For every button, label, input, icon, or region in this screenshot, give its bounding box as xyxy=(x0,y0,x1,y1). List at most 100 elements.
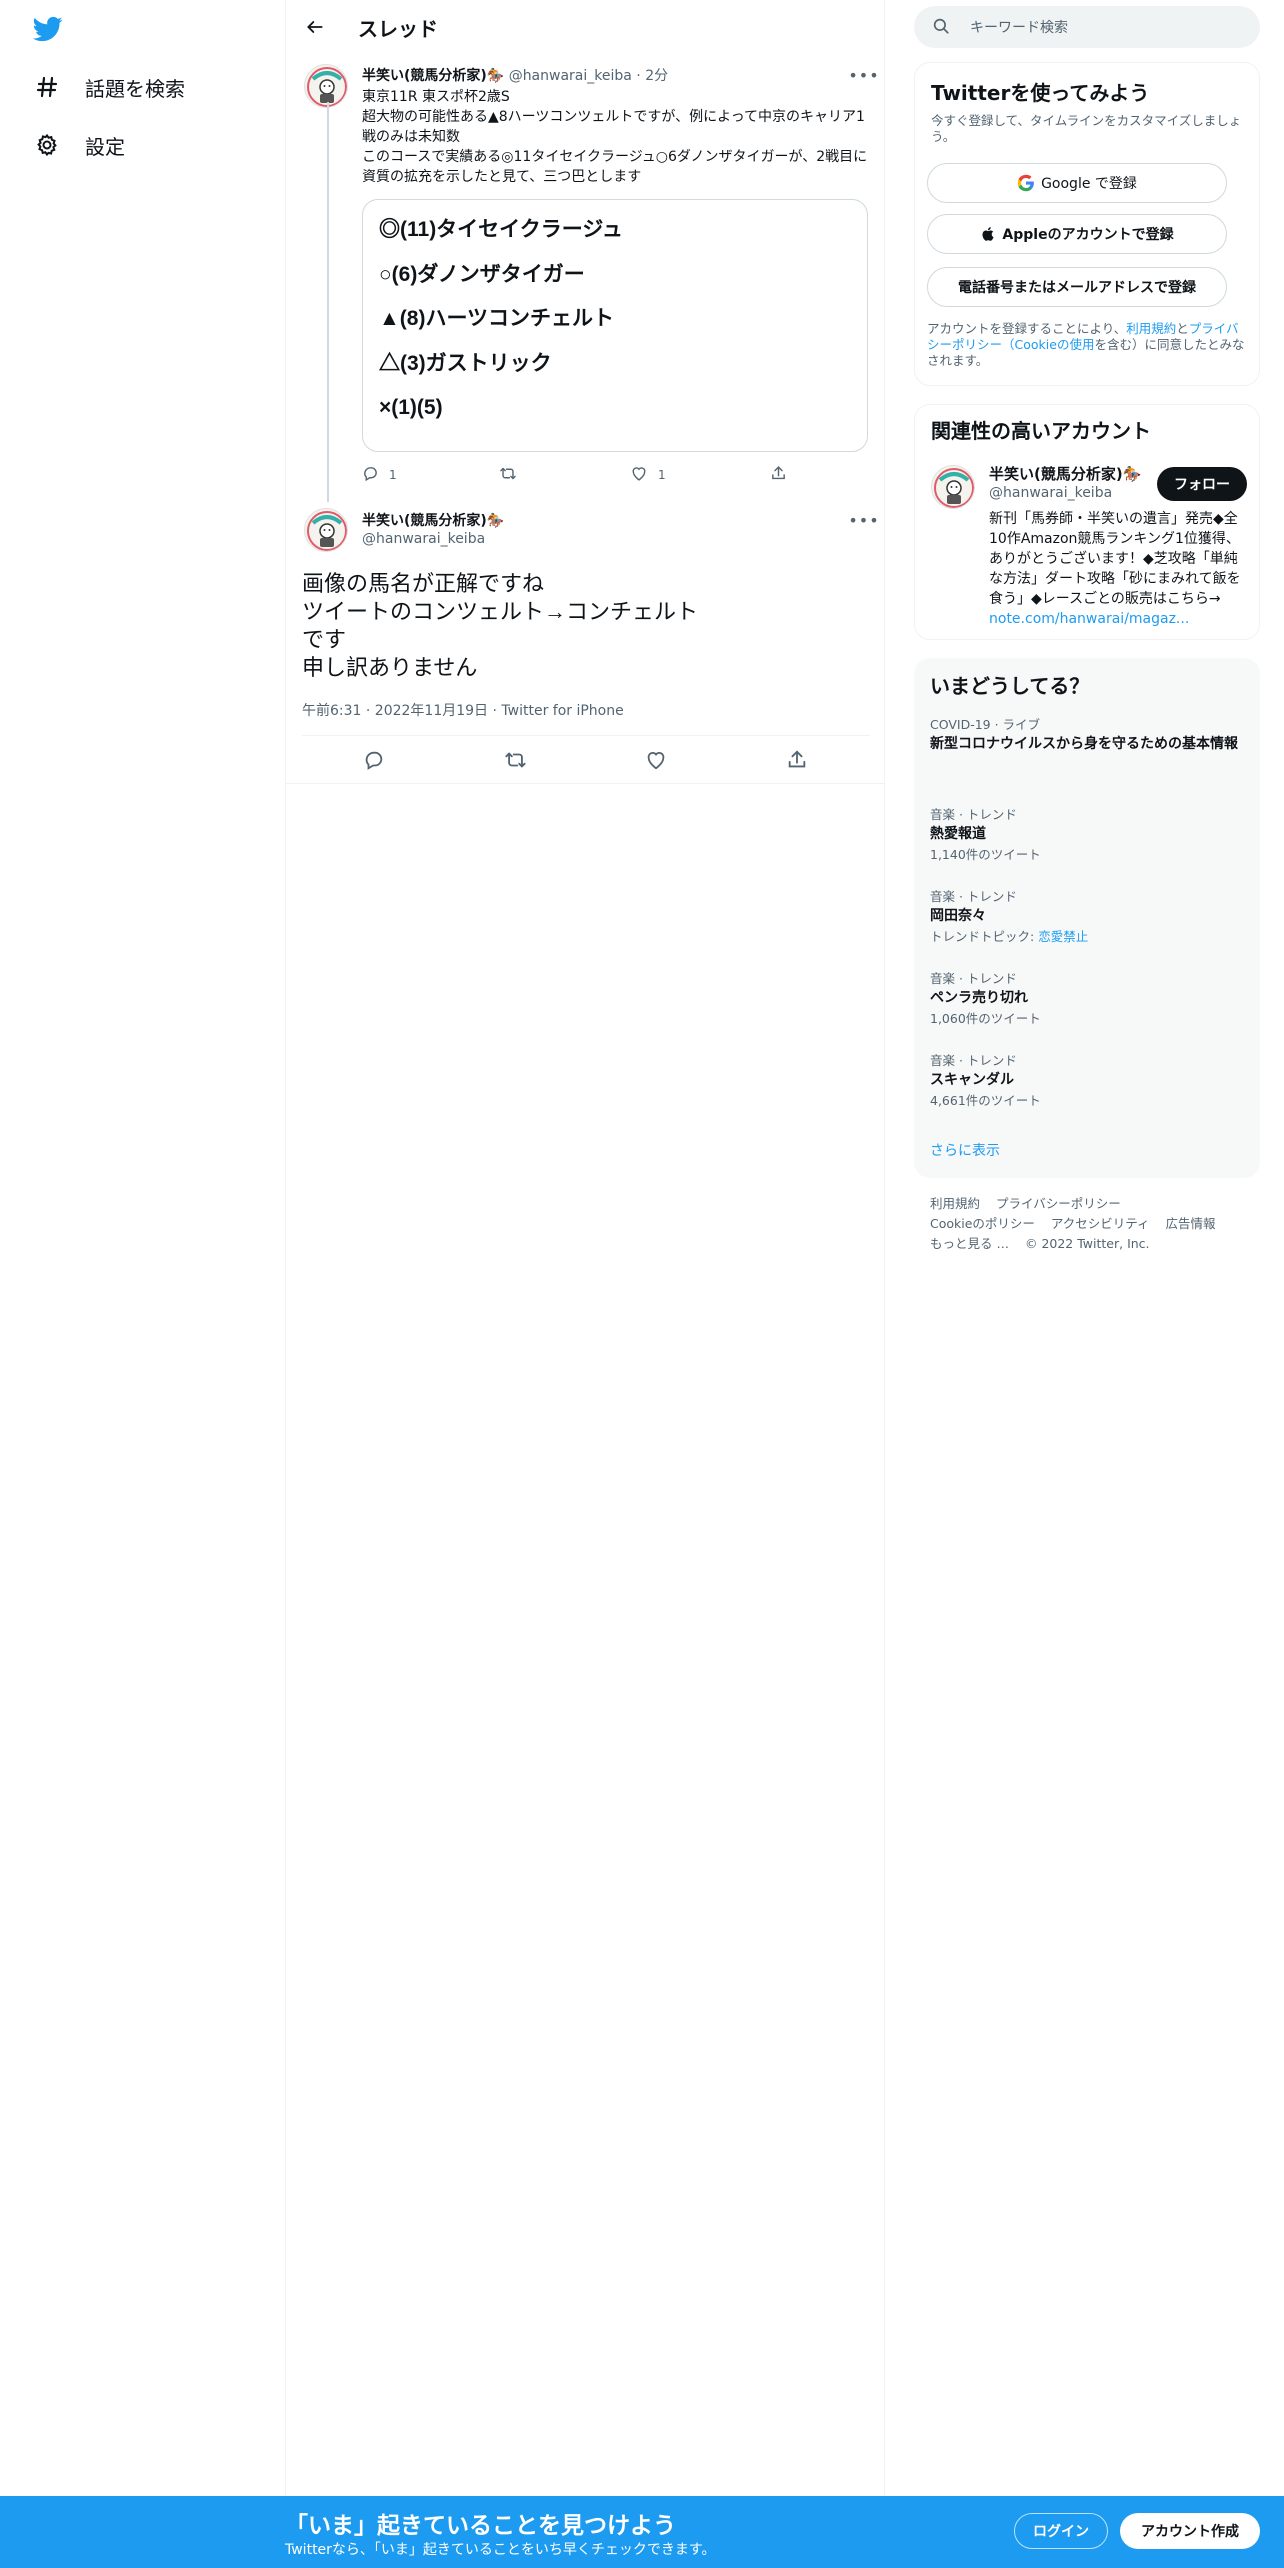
trends-panel: いまどうしてる？ COVID-19 · ライブ 新型コロナウイルスから身を守るた… xyxy=(914,658,1260,1178)
google-signup-label: Google で登録 xyxy=(1041,176,1137,192)
retweet-button[interactable] xyxy=(499,462,517,488)
share-icon xyxy=(770,465,787,485)
divider xyxy=(286,783,884,784)
footer-link[interactable]: Cookieのポリシー xyxy=(930,1214,1035,1234)
reply-icon xyxy=(362,465,379,485)
search-icon xyxy=(932,17,952,37)
legal-and: と xyxy=(1176,321,1189,336)
reply-button[interactable]: 1 xyxy=(362,462,397,488)
reply-button[interactable] xyxy=(360,748,388,776)
signup-legal-text: アカウントを登録することにより、利用規約とプライバシーポリシー（Cookieの使… xyxy=(927,321,1247,369)
trend-item[interactable]: 音楽 · トレンド スキャンダル 4,661件のツイート xyxy=(930,1052,1246,1110)
cookie-link[interactable]: Cookieの使用 xyxy=(1015,337,1095,352)
trend-item[interactable]: 音楽 · トレンド ペンラ売り切れ 1,060件のツイート xyxy=(930,970,1246,1028)
footer-link[interactable]: プライバシーポリシー xyxy=(996,1194,1121,1214)
back-arrow-icon[interactable] xyxy=(300,12,330,42)
footer-link[interactable]: 利用規約 xyxy=(930,1194,980,1214)
footer-link[interactable]: もっと見る … xyxy=(930,1234,1009,1254)
tweet-text-line: 画像の馬名が正解ですね xyxy=(302,571,545,596)
share-button[interactable] xyxy=(770,462,787,488)
trend-topic-prefix: トレンドトピック: xyxy=(930,929,1039,944)
nav-settings[interactable]: 設定 xyxy=(34,125,125,165)
tweet-author-name[interactable]: 半笑い(競馬分析家)🏇 xyxy=(362,510,504,530)
trend-topic-link[interactable]: 恋愛禁止 xyxy=(1038,929,1088,944)
divider xyxy=(302,735,870,736)
avatar[interactable] xyxy=(304,508,348,552)
like-button[interactable]: 1 xyxy=(630,462,666,488)
related-account-bio: 新刊「馬券師・半笑いの遺言」発売◆全10作Amazon競馬ランキング1位獲得、あ… xyxy=(989,509,1251,629)
share-button[interactable] xyxy=(783,748,811,776)
share-icon xyxy=(786,749,808,775)
like-button[interactable] xyxy=(642,748,670,776)
footer-link[interactable]: アクセシビリティ xyxy=(1051,1214,1150,1234)
bio-link[interactable]: note.com/hanwarai/magaz... xyxy=(989,611,1189,627)
trend-topic: トレンドトピック: 恋愛禁止 xyxy=(930,928,1246,946)
search-input[interactable]: キーワード検索 xyxy=(914,6,1260,48)
tweet-header: 半笑い(競馬分析家)🏇 @hanwarai_keiba · 2分 xyxy=(362,65,668,85)
tweet-text-line: ツイートのコンツェルト→コンチェルト xyxy=(302,599,699,624)
tweet-text: 東京11R 東スポ杯2歳S 超大物の可能性ある▲8ハーツコンツェルトですが、例に… xyxy=(362,87,872,187)
legal-prefix: アカウントを登録することにより、 xyxy=(927,321,1127,336)
tweet-meta[interactable]: 午前6:31 · 2022年11月19日 · Twitter for iPhon… xyxy=(302,700,624,720)
nav-explore-label: 話題を検索 xyxy=(85,76,185,101)
trend-count: 1,060件のツイート xyxy=(930,1011,1041,1026)
reply-icon xyxy=(363,749,385,775)
twitter-logo-icon[interactable] xyxy=(31,14,67,46)
tweet-text-line: です xyxy=(302,627,347,652)
google-signup-button[interactable]: Google で登録 xyxy=(927,163,1227,203)
footer-link[interactable]: 広告情報 xyxy=(1166,1214,1216,1234)
gear-icon xyxy=(34,132,60,158)
related-account-name[interactable]: 半笑い(競馬分析家)🏇 xyxy=(989,463,1141,484)
show-more-link[interactable]: さらに表示 xyxy=(930,1140,1000,1160)
trend-category: COVID-19 · ライブ xyxy=(930,717,1041,732)
card-line: △(3)ガストリック xyxy=(379,351,552,375)
terms-link[interactable]: 利用規約 xyxy=(1126,321,1176,336)
tweet-image-card[interactable]: ◎(11)タイセイクラージュ ○(6)ダノンザタイガー ▲(8)ハーツコンチェル… xyxy=(362,199,868,452)
heart-icon xyxy=(645,749,667,775)
avatar[interactable] xyxy=(304,64,348,108)
follow-button[interactable]: フォロー xyxy=(1157,467,1247,501)
trend-item[interactable]: 音楽 · トレンド 岡田奈々 トレンドトピック: 恋愛禁止 xyxy=(930,888,1246,946)
tweet-author-handle[interactable]: @hanwarai_keiba xyxy=(509,68,632,84)
tweet-text-line: 申し訳ありません xyxy=(302,655,478,680)
trend-item[interactable]: 音楽 · トレンド 熱愛報道 1,140件のツイート xyxy=(930,806,1246,864)
hashtag-icon xyxy=(34,74,60,100)
more-options-icon[interactable]: ••• xyxy=(848,66,878,85)
trend-category: 音楽 · トレンド xyxy=(930,1053,1017,1068)
tweet-author-handle[interactable]: @hanwarai_keiba xyxy=(362,531,485,547)
nav-explore[interactable]: 話題を検索 xyxy=(34,67,185,107)
tweet-timestamp[interactable]: · 2分 xyxy=(636,68,668,84)
related-account-handle[interactable]: @hanwarai_keiba xyxy=(989,485,1112,501)
tweet-author-name[interactable]: 半笑い(競馬分析家)🏇 xyxy=(362,68,504,84)
card-line: ◎(11)タイセイクラージュ xyxy=(379,218,623,241)
trend-count: 4,661件のツイート xyxy=(930,1093,1041,1108)
left-nav: 話題を検索 設定 xyxy=(0,0,285,2568)
trend-category: 音楽 · トレンド xyxy=(930,971,1017,986)
signup-panel: Twitterを使ってみよう 今すぐ登録して、タイムラインをカスタマイズしましょ… xyxy=(914,62,1260,386)
login-button[interactable]: ログイン xyxy=(1014,2513,1108,2549)
apple-icon xyxy=(980,225,996,243)
retweet-icon xyxy=(504,749,527,775)
signup-subtitle: 今すぐ登録して、タイムラインをカスタマイズしましょう。 xyxy=(931,113,1242,144)
tweet-text-line: このコースで実績ある◎11タイセイクラージュ○6ダノンザタイガーが、2戦目に資質… xyxy=(362,149,868,185)
trend-title: 新型コロナウイルスから身を守るための基本情報 xyxy=(930,736,1238,752)
search-placeholder: キーワード検索 xyxy=(970,20,1068,36)
create-account-button[interactable]: アカウント作成 xyxy=(1120,2513,1260,2549)
like-count: 1 xyxy=(658,468,666,482)
avatar[interactable] xyxy=(931,465,975,509)
bio-text: 新刊「馬券師・半笑いの遺言」発売◆全10作Amazon競馬ランキング1位獲得、あ… xyxy=(989,511,1241,607)
phone-email-signup-button[interactable]: 電話番号またはメールアドレスで登録 xyxy=(927,267,1227,307)
trend-category: 音楽 · トレンド xyxy=(930,807,1017,822)
legal-open-paren: （ xyxy=(1002,337,1015,352)
heart-icon xyxy=(630,465,648,485)
tweet-text-line: 超大物の可能性ある▲8ハーツコンツェルトですが、例によって中京のキャリア1戦のみ… xyxy=(362,109,865,145)
card-line: ▲(8)ハーツコンチェルト xyxy=(379,307,615,330)
bottom-signup-bar: 「いま」起きていることを見つけよう Twitterなら、「いま」起きていることを… xyxy=(0,2496,1284,2568)
page-title: スレッド xyxy=(358,17,438,41)
more-options-icon[interactable]: ••• xyxy=(848,511,878,530)
related-accounts-panel: 関連性の高いアカウント 半笑い(競馬分析家)🏇 @hanwarai_keiba … xyxy=(914,404,1260,640)
trend-item[interactable]: COVID-19 · ライブ 新型コロナウイルスから身を守るための基本情報 xyxy=(930,716,1246,754)
retweet-button[interactable] xyxy=(501,748,529,776)
tweet-text-line: 東京11R 東スポ杯2歳S xyxy=(362,89,510,105)
apple-signup-button[interactable]: Appleのアカウントで登録 xyxy=(927,214,1227,254)
